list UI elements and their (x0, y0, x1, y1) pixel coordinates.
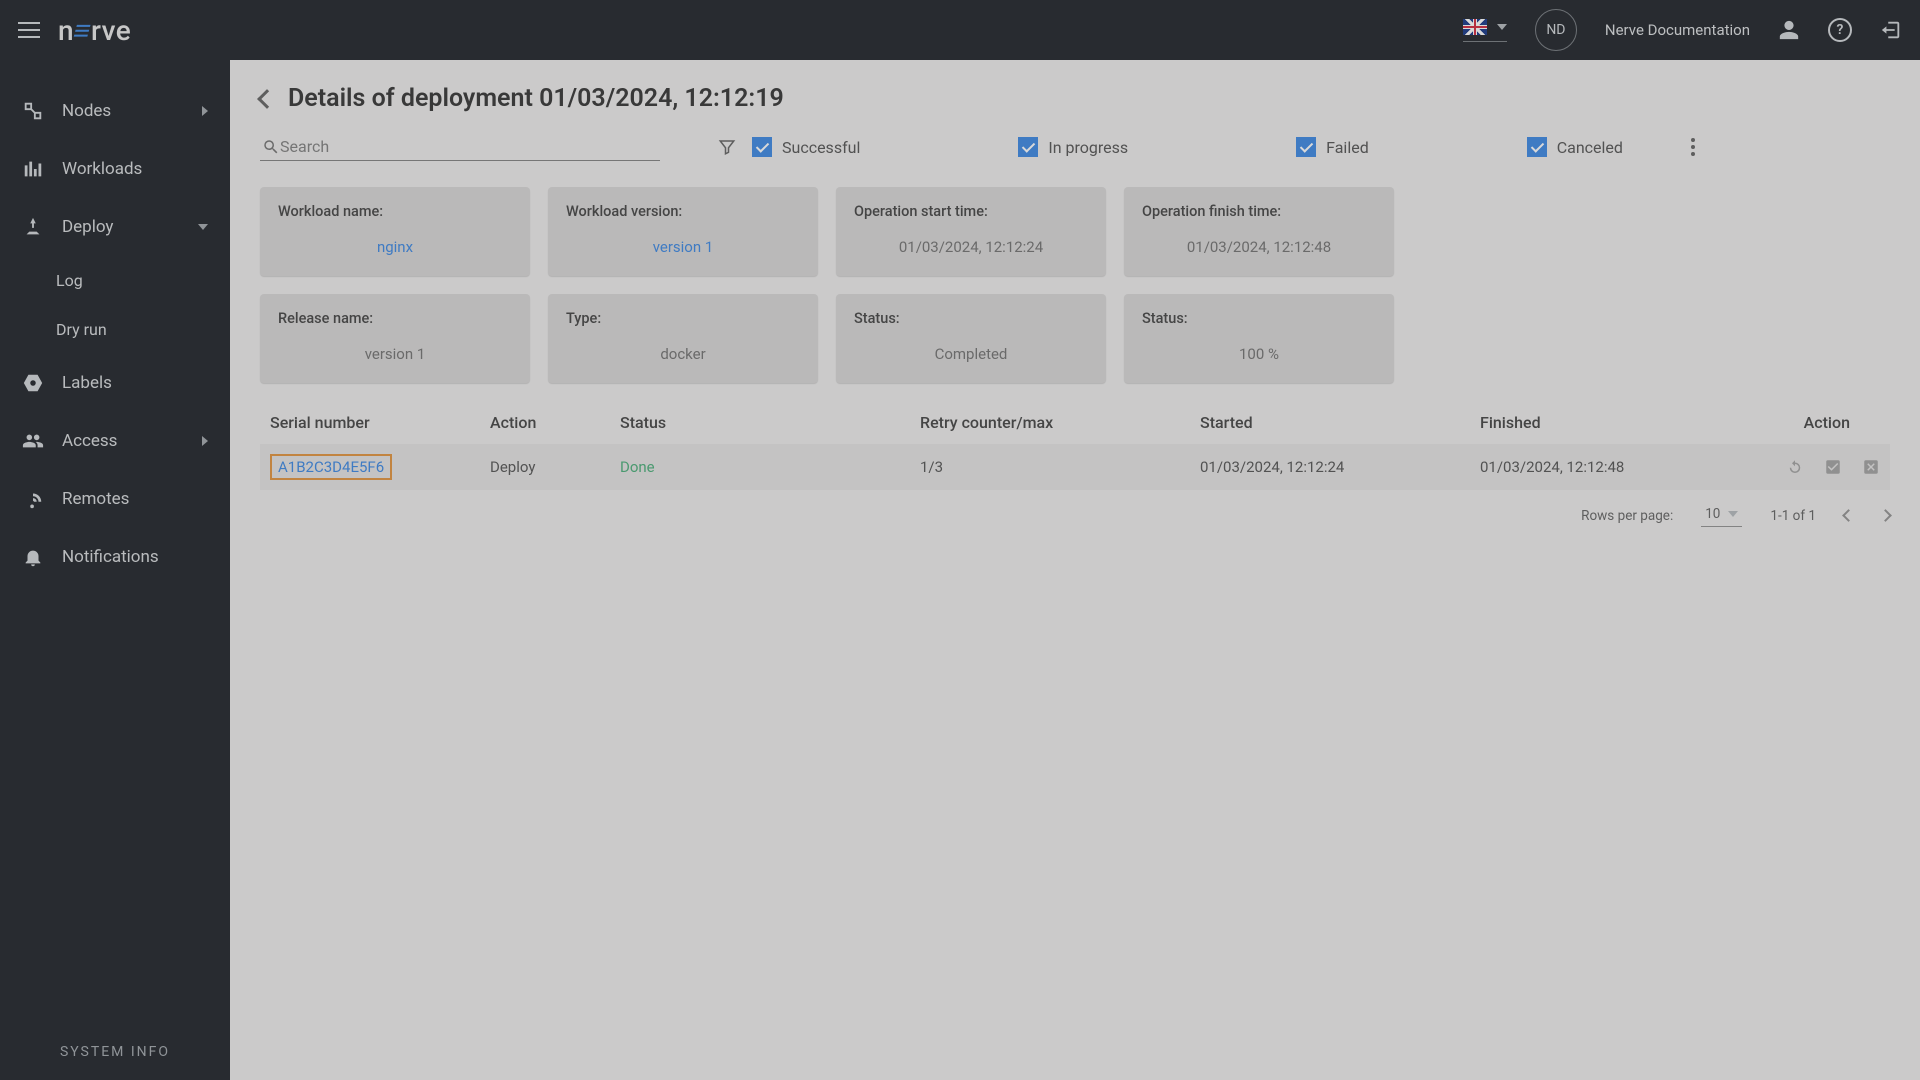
sidebar-subitem-dryrun[interactable]: Dry run (0, 305, 230, 354)
cell-retry: 1/3 (910, 444, 1190, 490)
card-progress: Status:100 % (1124, 294, 1394, 383)
sidebar-item-labels[interactable]: Labels (0, 354, 230, 412)
top-bar: n≡rve ND Nerve Documentation ? (0, 0, 1920, 60)
app-logo: n≡rve (58, 14, 131, 47)
language-selector[interactable] (1463, 19, 1507, 42)
deployment-table: Serial number Action Status Retry counte… (260, 401, 1890, 490)
page-prev[interactable] (1842, 509, 1855, 522)
card-type: Type:docker (548, 294, 818, 383)
sidebar-item-notifications[interactable]: Notifications (0, 528, 230, 586)
menu-toggle[interactable] (18, 19, 40, 41)
sidebar-label: Labels (62, 373, 112, 393)
chevron-right-icon (202, 106, 208, 116)
card-workload-name: Workload name:nginx (260, 187, 530, 276)
system-info-link[interactable]: SYSTEM INFO (0, 1044, 230, 1060)
workloads-icon (22, 158, 44, 180)
pagination: Rows per page: 10 1-1 of 1 (260, 504, 1890, 527)
cell-finished: 01/03/2024, 12:12:48 (1470, 444, 1750, 490)
card-release-name: Release name:version 1 (260, 294, 530, 383)
user-avatar[interactable]: ND (1535, 9, 1577, 51)
chevron-down-icon (1497, 24, 1507, 30)
filter-inprogress[interactable]: In progress (1018, 137, 1128, 157)
search-input[interactable] (280, 137, 658, 156)
cell-status: Done (620, 458, 655, 476)
search-icon (262, 138, 280, 156)
sidebar-subitem-log[interactable]: Log (0, 256, 230, 305)
rows-per-page-label: Rows per page: (1581, 508, 1673, 524)
cell-action: Deploy (480, 444, 610, 490)
help-icon[interactable]: ? (1828, 18, 1852, 42)
chevron-right-icon (202, 436, 208, 446)
logout-icon[interactable] (1880, 19, 1902, 41)
sidebar-label: Nodes (62, 101, 111, 121)
sidebar-item-deploy[interactable]: Deploy (0, 198, 230, 256)
chevron-down-icon (198, 224, 208, 230)
mark-done-icon[interactable] (1824, 458, 1842, 476)
cell-started: 01/03/2024, 12:12:24 (1190, 444, 1470, 490)
cancel-icon[interactable] (1862, 458, 1880, 476)
col-action[interactable]: Action (480, 401, 610, 444)
bell-icon (22, 546, 44, 568)
page-title: Details of deployment 01/03/2024, 12:12:… (288, 84, 784, 113)
filter-canceled[interactable]: Canceled (1527, 137, 1623, 157)
access-icon (22, 430, 44, 452)
back-button[interactable] (257, 89, 277, 109)
sidebar-label: Deploy (62, 217, 113, 237)
col-row-action[interactable]: Action (1750, 401, 1890, 444)
workload-version-link[interactable]: version 1 (566, 238, 800, 256)
rows-per-page-select[interactable]: 10 (1701, 504, 1742, 527)
col-finished[interactable]: Finished (1470, 401, 1750, 444)
table-row[interactable]: A1B2C3D4E5F6 Deploy Done 1/3 01/03/2024,… (260, 444, 1890, 490)
sidebar-label: Notifications (62, 547, 159, 567)
card-finish-time: Operation finish time:01/03/2024, 12:12:… (1124, 187, 1394, 276)
col-serial[interactable]: Serial number (260, 401, 480, 444)
card-start-time: Operation start time:01/03/2024, 12:12:2… (836, 187, 1106, 276)
col-status[interactable]: Status (610, 401, 910, 444)
filter-successful[interactable]: Successful (752, 137, 860, 157)
checkbox-icon (1527, 137, 1547, 157)
col-retry[interactable]: Retry counter/max (910, 401, 1190, 444)
card-status: Status:Completed (836, 294, 1106, 383)
checkbox-icon (752, 137, 772, 157)
filter-icon[interactable] (718, 138, 736, 156)
sidebar-label: Remotes (62, 489, 129, 509)
workload-name-link[interactable]: nginx (278, 238, 512, 256)
documentation-link[interactable]: Nerve Documentation (1605, 21, 1750, 39)
remotes-icon (22, 488, 44, 510)
checkbox-icon (1018, 137, 1038, 157)
retry-icon[interactable] (1786, 458, 1804, 476)
more-menu[interactable] (1691, 138, 1695, 156)
card-workload-version: Workload version:version 1 (548, 187, 818, 276)
sidebar-item-workloads[interactable]: Workloads (0, 140, 230, 198)
sidebar-item-nodes[interactable]: Nodes (0, 82, 230, 140)
page-next[interactable] (1879, 509, 1892, 522)
sidebar-label: Access (62, 431, 117, 451)
search-field[interactable] (260, 133, 660, 161)
person-icon[interactable] (1778, 19, 1800, 41)
checkbox-icon (1296, 137, 1316, 157)
deploy-icon (22, 216, 44, 238)
filter-failed[interactable]: Failed (1296, 137, 1369, 157)
sidebar-item-access[interactable]: Access (0, 412, 230, 470)
col-started[interactable]: Started (1190, 401, 1470, 444)
info-cards: Workload name:nginx Workload version:ver… (260, 187, 1890, 383)
sidebar: Nodes Workloads Deploy Log Dry run Label… (0, 60, 230, 1080)
filter-bar: Successful In progress Failed Canceled (260, 133, 1890, 161)
serial-link[interactable]: A1B2C3D4E5F6 (270, 454, 392, 480)
labels-icon (22, 372, 44, 394)
main-content: Details of deployment 01/03/2024, 12:12:… (230, 60, 1920, 1080)
sidebar-item-remotes[interactable]: Remotes (0, 470, 230, 528)
uk-flag-icon (1463, 19, 1487, 35)
nodes-icon (22, 100, 44, 122)
chevron-down-icon (1728, 511, 1738, 517)
pagination-range: 1-1 of 1 (1770, 508, 1816, 524)
sidebar-label: Workloads (62, 159, 142, 179)
